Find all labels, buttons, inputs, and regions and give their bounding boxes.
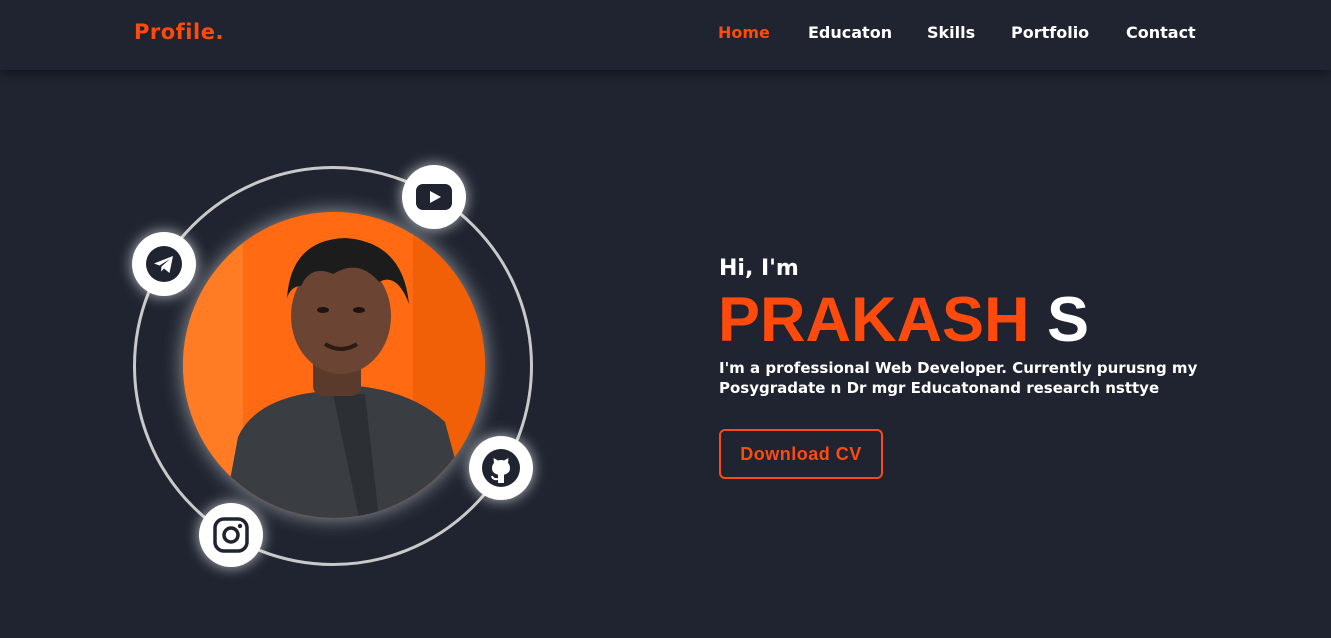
hero-first-name: PRAKASH [718, 285, 1030, 355]
github-icon [482, 449, 520, 487]
main-nav: Home Educaton Skills Portfolio Contact [0, 23, 1331, 47]
nav-link-contact[interactable]: Contact [1126, 23, 1196, 42]
telegram-icon [146, 246, 182, 282]
nav-link-education[interactable]: Educaton [808, 23, 892, 42]
nav-link-skills[interactable]: Skills [927, 23, 975, 42]
hero-description: I'm a professional Web Developer. Curren… [719, 359, 1198, 397]
youtube-icon [416, 184, 452, 210]
instagram-icon [213, 517, 249, 553]
download-cv-button[interactable]: Download CV [719, 429, 883, 479]
github-link[interactable] [469, 436, 533, 500]
profile-photo [183, 212, 485, 518]
hero-name: PRAKASH S [718, 286, 1089, 354]
instagram-link[interactable] [199, 503, 263, 567]
hero-greeting: Hi, I'm [719, 256, 799, 281]
nav-link-home[interactable]: Home [718, 23, 770, 42]
telegram-link[interactable] [132, 232, 196, 296]
navbar: Profile. Home Educaton Skills Portfolio … [0, 0, 1331, 70]
hero-last-name: S [1047, 285, 1090, 355]
nav-link-portfolio[interactable]: Portfolio [1011, 23, 1089, 42]
youtube-link[interactable] [402, 165, 466, 229]
